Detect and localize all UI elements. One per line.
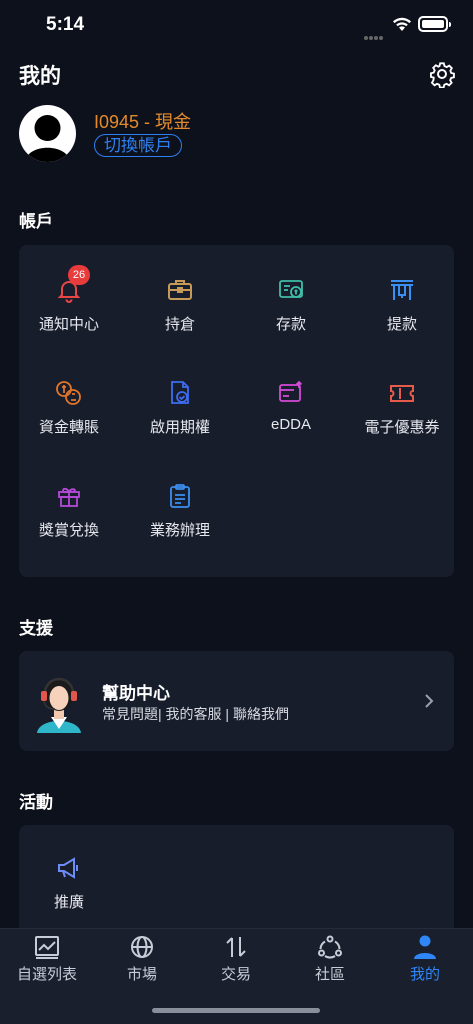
tab-trade[interactable]: 交易	[189, 935, 283, 984]
page-title: 我的	[19, 65, 61, 88]
community-icon	[318, 935, 342, 959]
user-silhouette-icon	[25, 115, 70, 162]
grid-item-label: 持倉	[164, 316, 195, 333]
switch-account-button[interactable]: 切換帳戶	[94, 134, 182, 157]
grid-item-label: eDDA	[270, 416, 311, 433]
grid-item-fund-transfer[interactable]: 資金轉賬	[19, 380, 119, 437]
section-title-accounts: 帳戶	[19, 212, 53, 231]
megaphone-icon	[58, 857, 78, 879]
account-id: I0945 - 現金	[94, 112, 192, 132]
grid-item-label: 通知中心	[38, 316, 99, 333]
swap-arrows-icon	[226, 937, 246, 957]
grid-item-label: 資金轉賬	[38, 419, 99, 436]
grid-item-label: 業務辦理	[149, 522, 210, 539]
grid-item-promotion[interactable]: 推廣	[19, 855, 119, 912]
grid-item-reward-redemption[interactable]: 獎賞兌換	[19, 483, 119, 540]
grid-item-e-coupon[interactable]: 電子優惠券	[352, 380, 452, 437]
grid-item-label: 啟用期權	[149, 419, 210, 436]
grid-item-deposit[interactable]: 存款	[241, 277, 341, 334]
gift-icon	[58, 487, 80, 507]
battery-icon	[418, 16, 451, 32]
account-functions-card: 26 通知中心 持倉 存款 提款 資金轉賬 啟用期權 eDDA 電子優惠券 獎賞…	[19, 245, 454, 577]
help-center-subtitle: 常見問題| 我的客服 | 聯絡我們	[102, 706, 289, 722]
settings-button[interactable]	[428, 60, 456, 89]
briefcase-icon	[168, 280, 192, 300]
grid-item-label: 推廣	[53, 894, 84, 911]
tab-label: 我的	[409, 966, 440, 983]
gear-icon	[430, 62, 455, 89]
wifi-icon	[393, 17, 411, 31]
tab-label: 自選列表	[16, 966, 77, 983]
notification-badge: 26	[68, 265, 90, 285]
section-title-support: 支援	[19, 619, 53, 638]
tab-label: 市場	[126, 966, 157, 983]
home-indicator	[152, 1008, 320, 1013]
grid-item-withdraw[interactable]: 提款	[352, 277, 452, 334]
grid-item-label: 電子優惠券	[364, 419, 440, 436]
cellular-signal-icon	[364, 27, 386, 40]
tab-market[interactable]: 市場	[95, 935, 189, 984]
activities-card: 推廣	[19, 825, 454, 945]
grid-item-edda[interactable]: eDDA	[241, 380, 341, 433]
grid-item-enable-options[interactable]: 啟用期權	[130, 380, 230, 437]
grid-item-business-services[interactable]: 業務辦理	[130, 483, 230, 540]
help-center-title: 幫助中心	[102, 684, 170, 703]
person-icon	[414, 935, 436, 959]
globe-icon	[131, 936, 153, 958]
grid-item-notifications[interactable]: 26 通知中心	[19, 265, 119, 334]
section-title-activities: 活動	[19, 793, 53, 812]
status-time: 5:14	[46, 14, 85, 35]
chart-icon	[35, 936, 59, 959]
chevron-right-icon	[425, 694, 434, 708]
grid-item-holdings[interactable]: 持倉	[130, 277, 230, 334]
customer-service-agent-icon	[37, 677, 81, 733]
grid-item-label: 提款	[386, 316, 417, 333]
avatar[interactable]	[19, 105, 76, 162]
tab-watchlist[interactable]: 自選列表	[0, 935, 94, 984]
ticket-icon	[390, 385, 414, 402]
deposit-icon	[279, 280, 303, 298]
tab-label: 社區	[314, 966, 345, 983]
clipboard-icon	[170, 484, 190, 508]
document-check-icon	[171, 381, 189, 404]
grid-item-label: 獎賞兌換	[38, 522, 99, 539]
grid-item-label: 存款	[275, 316, 306, 333]
help-center-card[interactable]: 幫助中心 常見問題| 我的客服 | 聯絡我們	[19, 651, 454, 751]
currency-transfer-icon	[56, 381, 81, 405]
card-upload-icon	[279, 380, 303, 402]
tab-label: 交易	[220, 966, 251, 983]
tab-community[interactable]: 社區	[283, 935, 377, 984]
status-bar: 5:14	[0, 0, 473, 50]
withdraw-icon	[391, 280, 413, 300]
tab-my-account[interactable]: 我的	[378, 935, 472, 984]
